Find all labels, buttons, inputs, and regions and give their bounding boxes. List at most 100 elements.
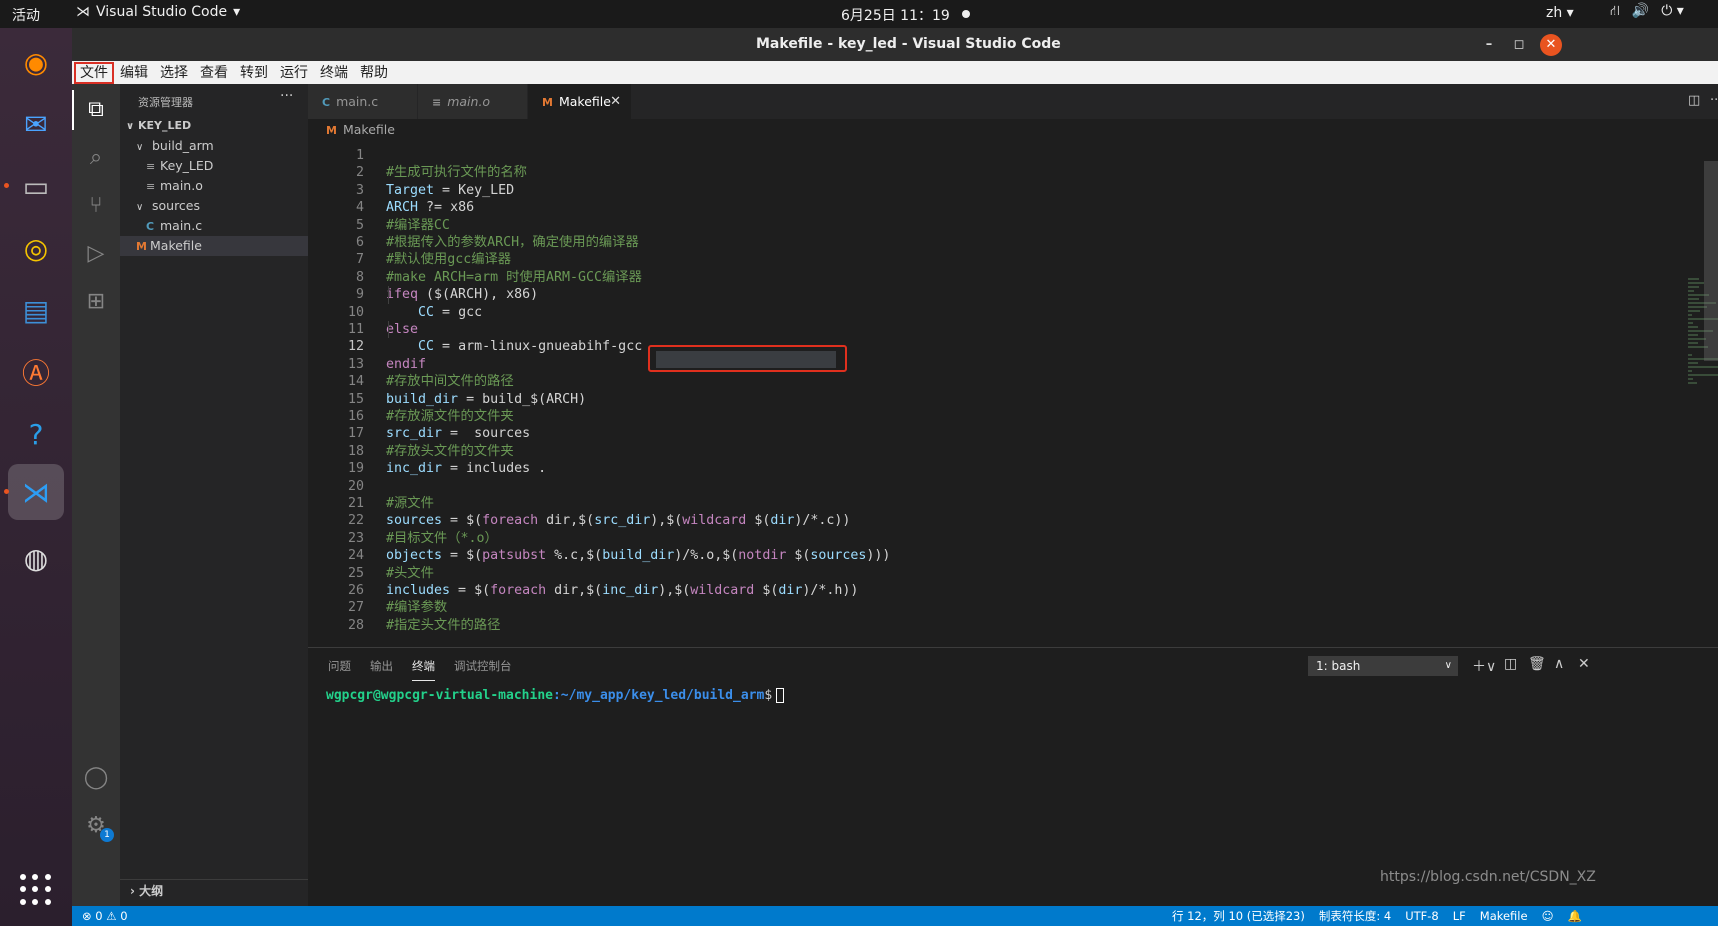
outline-section[interactable]: › 大纲 — [120, 879, 308, 901]
terminal-prompt[interactable]: wgpcgr@wgpcgr-virtual-machine:~/my_app/k… — [326, 688, 785, 703]
show-applications-icon[interactable] — [20, 874, 52, 906]
tree-file-makefile[interactable]: M Makefile — [120, 236, 308, 256]
menu-file[interactable]: 文件 — [74, 61, 114, 84]
breadcrumb-label: Makefile — [342, 122, 395, 137]
power-icon: ⏻ ▾ — [1661, 3, 1684, 19]
software-center-icon[interactable]: Ⓐ — [8, 344, 64, 400]
breadcrumb[interactable]: M Makefile — [308, 119, 1718, 141]
line-number: 23 — [347, 530, 364, 546]
run-debug-icon[interactable]: ▷ — [82, 240, 110, 268]
line-number: 17 — [347, 426, 364, 442]
code-text: src_dir = sources — [386, 426, 531, 442]
close-panel-icon[interactable]: ✕ — [1578, 656, 1590, 672]
tree-root-folder[interactable]: ∨ KEY_LED — [120, 116, 308, 136]
tab-main-c[interactable]: Cmain.c — [308, 84, 418, 119]
menu-terminal[interactable]: 终端 — [314, 62, 354, 84]
tree-item-label: Makefile — [150, 238, 202, 253]
line-number: 27 — [347, 600, 364, 616]
explorer-header: 资源管理器 — [138, 96, 193, 109]
editor-more-icon[interactable]: ··· — [1710, 93, 1718, 108]
panel-tab-terminal[interactable]: 终端 — [412, 658, 435, 681]
panel-tab-problems[interactable]: 问题 — [328, 658, 351, 674]
line-ending[interactable]: LF — [1453, 906, 1466, 926]
code-text: #存放源文件的文件夹 — [386, 409, 514, 424]
search-icon[interactable]: ⌕ — [82, 144, 110, 172]
source-control-icon[interactable]: ⑂ — [82, 192, 110, 220]
menu-help[interactable]: 帮助 — [354, 62, 394, 84]
code-text: #make ARCH=arm 时使用ARM-GCC编译器 — [386, 269, 642, 285]
input-language[interactable]: zh ▾ — [1546, 5, 1574, 21]
terminal-select[interactable]: 1: bash ∨ — [1308, 656, 1458, 676]
help-icon[interactable]: ? — [8, 406, 64, 462]
split-terminal-icon[interactable]: ◫ — [1504, 656, 1517, 672]
menu-view[interactable]: 查看 — [194, 62, 234, 84]
notifications-bell-icon[interactable]: 🔔 — [1568, 906, 1582, 926]
menu-bar: 文件 编辑 选择 查看 转到 运行 终端 帮助 — [72, 61, 1718, 84]
tab-label: main.c — [336, 94, 379, 109]
minimap-line — [1688, 362, 1698, 364]
code-editor[interactable]: 1 2 #生成可执行文件的名称 3 Target = Key_LED 4 ARCH ?= x… — [308, 141, 1718, 647]
tree-file-main-c[interactable]: Cmain.c — [120, 216, 308, 236]
tab-makefile[interactable]: M Makefile ✕ — [528, 84, 632, 119]
close-tab-icon[interactable]: ✕ — [610, 84, 621, 119]
kill-terminal-icon[interactable]: 🗑 — [1528, 656, 1546, 672]
files-icon[interactable]: ▭ — [4, 158, 64, 214]
tab-label: main.o — [447, 94, 491, 109]
close-window-button[interactable]: ✕ — [1540, 34, 1562, 56]
maximize-panel-icon[interactable]: ∧ — [1554, 656, 1564, 672]
firefox-icon[interactable]: ◉ — [8, 34, 64, 90]
minimize-button[interactable]: – — [1478, 34, 1500, 56]
account-icon[interactable]: ◯ — [82, 764, 110, 792]
app-menu[interactable]: ⋊ Visual Studio Code ▾ — [76, 4, 240, 20]
code-text: includes = $(foreach dir,$(inc_dir),$(wi… — [386, 583, 859, 598]
split-editor-icon[interactable]: ◫ — [1688, 93, 1700, 108]
cursor-position[interactable]: 行 12，列 10 (已选择23) — [1172, 906, 1305, 926]
code-text: CC = arm-linux-gnueabihf-gcc — [418, 339, 643, 355]
problems-indicator[interactable]: ⊗ 0 ⚠ 0 — [82, 906, 128, 926]
panel-tab-debug-console[interactable]: 调试控制台 — [454, 658, 512, 674]
bottom-panel: 问题 输出 终端 调试控制台 1: bash ∨ ＋∨ ◫ 🗑 ∧ ✕ wgpcg… — [308, 647, 1718, 906]
panel-tab-output[interactable]: 输出 — [370, 658, 393, 674]
line-number: 5 — [355, 217, 364, 233]
prompt-user: wgpcgr@wgpcgr-virtual-machine — [326, 688, 553, 703]
code-text: #编译参数 — [386, 600, 448, 616]
thunderbird-icon[interactable]: ✉ — [8, 96, 64, 152]
restore-button[interactable]: ◻ — [1508, 34, 1530, 56]
menu-selection[interactable]: 选择 — [154, 62, 194, 84]
chevron-right-icon: › — [130, 884, 135, 898]
menu-run[interactable]: 运行 — [274, 62, 314, 84]
encoding[interactable]: UTF-8 — [1405, 906, 1439, 926]
libreoffice-writer-icon[interactable]: ▤ — [8, 282, 64, 338]
feedback-icon[interactable]: ☺ — [1542, 906, 1554, 926]
vertical-scrollbar[interactable] — [1704, 161, 1718, 361]
system-tray[interactable]: ⛙ 🔊 ⏻ ▾ — [1610, 3, 1684, 21]
minimap-line — [1688, 366, 1718, 368]
clock[interactable]: 6月25日 11：19 — [841, 5, 950, 25]
tab-label: Makefile — [558, 94, 611, 109]
minimap-line — [1688, 374, 1718, 376]
language-mode[interactable]: Makefile — [1480, 906, 1528, 926]
tree-file-key-led[interactable]: ≡ Key_LED — [120, 156, 308, 176]
window-title: Makefile - key_led - Visual Studio Code — [756, 36, 1061, 52]
explorer-icon[interactable]: ⧉ — [72, 90, 110, 130]
dvd-icon[interactable]: ◍ — [8, 530, 64, 586]
tree-folder-sources[interactable]: ∨ sources — [120, 196, 308, 216]
extensions-icon[interactable]: ⊞ — [82, 288, 110, 316]
menu-edit[interactable]: 编辑 — [114, 62, 154, 84]
outline-label: 大纲 — [139, 884, 164, 898]
tree-folder-build-arm[interactable]: ∨ build_arm — [120, 136, 308, 156]
new-terminal-icon[interactable]: ＋∨ — [1472, 656, 1496, 676]
activities-button[interactable]: 活动 — [12, 5, 40, 25]
more-actions-icon[interactable]: ··· — [280, 88, 293, 104]
rhythmbox-icon[interactable]: ◎ — [8, 220, 64, 276]
settings-gear-icon[interactable]: ⚙ 1 — [82, 812, 114, 842]
menu-go[interactable]: 转到 — [234, 62, 274, 84]
tab-main-o[interactable]: ≡ main.o — [418, 84, 528, 119]
minimap-line — [1688, 286, 1699, 288]
tab-size[interactable]: 制表符长度: 4 — [1319, 906, 1391, 926]
minimap-line — [1688, 334, 1698, 336]
vscode-dock-icon[interactable]: ⋊ — [4, 464, 64, 520]
tree-file-main-o[interactable]: ≡ main.o — [120, 176, 308, 196]
activity-bar: ⧉ ⌕ ⑂ ▷ ⊞ ◯ ⚙ 1 — [72, 84, 120, 906]
file-lines-icon: ≡ — [146, 180, 156, 193]
